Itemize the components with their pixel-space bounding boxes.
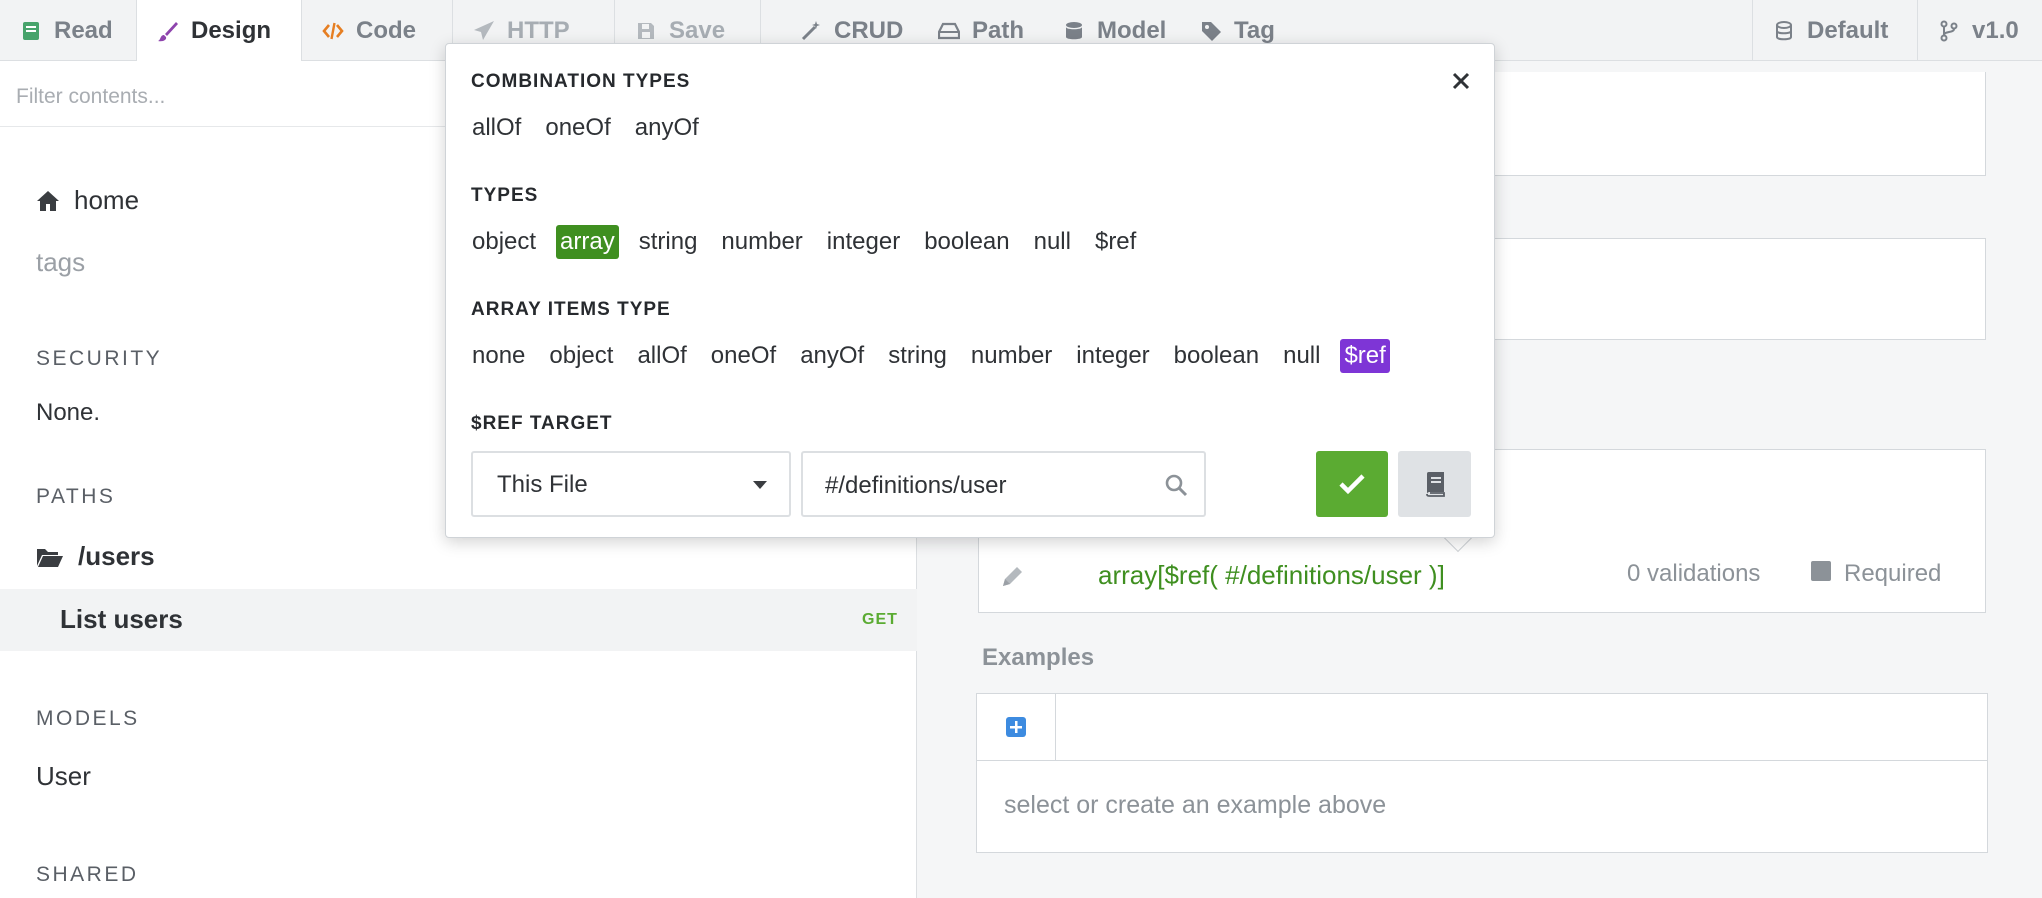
sidebar-item-model-user[interactable]: User	[36, 761, 91, 792]
examples-empty-text: select or create an example above	[1004, 791, 1387, 819]
types-heading: TYPES	[471, 185, 539, 206]
sidebar-item-home[interactable]: home	[36, 185, 139, 216]
operation-label: List users	[60, 604, 183, 634]
shared-heading: SHARED	[36, 863, 139, 886]
sidebar-item-tags[interactable]: tags	[36, 247, 85, 278]
paper-plane-icon	[474, 20, 494, 40]
type-option-null[interactable]: null	[1030, 225, 1075, 259]
item-option-oneof[interactable]: oneOf	[707, 339, 780, 373]
type-option-allof[interactable]: allOf	[468, 111, 525, 145]
method-badge: GET	[862, 611, 898, 628]
type-option-oneof[interactable]: oneOf	[541, 111, 614, 145]
branch-default-button[interactable]: Default	[1752, 0, 1918, 61]
database-icon	[1066, 21, 1082, 39]
book-icon	[23, 21, 39, 40]
examples-box: select or create an example above	[976, 693, 1988, 853]
schema-summary[interactable]: array[$ref( #/definitions/user )]	[1098, 560, 1445, 591]
item-option-integer[interactable]: integer	[1072, 339, 1153, 373]
pencil-icon[interactable]	[999, 564, 1025, 590]
item-option-null[interactable]: null	[1279, 339, 1324, 373]
magic-wand-icon	[801, 20, 820, 40]
required-checkbox[interactable]	[1811, 561, 1831, 581]
types-list: object array string number integer boole…	[468, 225, 1140, 259]
type-option-string[interactable]: string	[635, 225, 702, 259]
type-option-number[interactable]: number	[717, 225, 806, 259]
tag-icon	[1202, 21, 1221, 41]
paths-heading: PATHS	[36, 485, 116, 508]
ref-target-heading: $REF TARGET	[471, 413, 613, 434]
browse-references-button[interactable]	[1398, 451, 1471, 517]
item-option-string[interactable]: string	[884, 339, 951, 373]
examples-heading: Examples	[982, 644, 1095, 671]
item-option-ref[interactable]: $ref	[1340, 339, 1390, 373]
combination-types-heading: COMBINATION TYPES	[471, 71, 691, 92]
security-value: None.	[36, 399, 101, 426]
ref-path-input[interactable]: #/definitions/user	[801, 451, 1206, 517]
item-option-number[interactable]: number	[967, 339, 1056, 373]
item-option-anyof[interactable]: anyOf	[796, 339, 868, 373]
models-heading: MODELS	[36, 707, 140, 730]
floppy-disk-icon	[638, 22, 654, 39]
folder-open-icon	[37, 548, 63, 567]
tab-code[interactable]: Code	[302, 0, 453, 61]
item-option-allof[interactable]: allOf	[633, 339, 690, 373]
combination-types-list: allOf oneOf anyOf	[468, 111, 703, 145]
required-label: Required	[1844, 560, 1942, 587]
caret-down-icon	[753, 481, 767, 489]
item-option-none[interactable]: none	[468, 339, 529, 373]
code-icon	[322, 22, 344, 39]
search-icon[interactable]	[1164, 473, 1188, 497]
home-icon	[37, 190, 59, 211]
version-button[interactable]: v1.0	[1918, 0, 2042, 61]
database-icon	[1776, 20, 1792, 40]
validations-count[interactable]: 0 validations	[1627, 560, 1760, 588]
close-icon[interactable]	[1452, 72, 1470, 90]
tab-read[interactable]: Read	[0, 0, 137, 61]
sidebar-item-list-users[interactable]: List users GET	[0, 589, 917, 651]
brush-icon	[158, 22, 178, 42]
type-option-anyof[interactable]: anyOf	[631, 111, 703, 145]
plus-square-icon	[1006, 717, 1026, 737]
add-example-button[interactable]	[977, 694, 1056, 760]
confirm-button[interactable]	[1316, 451, 1388, 517]
array-items-list: none object allOf oneOf anyOf string num…	[468, 339, 1390, 373]
type-option-boolean[interactable]: boolean	[920, 225, 1013, 259]
type-option-integer[interactable]: integer	[823, 225, 904, 259]
drive-icon	[938, 22, 960, 39]
type-picker-popover: COMBINATION TYPES allOf oneOf anyOf TYPE…	[445, 43, 1495, 538]
checkmark-icon	[1339, 474, 1365, 495]
security-heading: SECURITY	[36, 347, 163, 370]
ref-source-select[interactable]: This File	[471, 451, 791, 517]
array-items-heading: ARRAY ITEMS TYPE	[471, 299, 671, 320]
item-option-boolean[interactable]: boolean	[1170, 339, 1263, 373]
type-option-object[interactable]: object	[468, 225, 540, 259]
item-option-object[interactable]: object	[545, 339, 617, 373]
examples-divider	[977, 760, 1987, 761]
code-branch-icon	[1940, 20, 1958, 41]
sidebar-item-path-users[interactable]: /users	[36, 541, 155, 572]
tab-design[interactable]: Design	[137, 0, 302, 62]
type-option-array[interactable]: array	[556, 225, 619, 259]
type-option-ref[interactable]: $ref	[1091, 225, 1140, 259]
book-icon	[1425, 472, 1445, 497]
